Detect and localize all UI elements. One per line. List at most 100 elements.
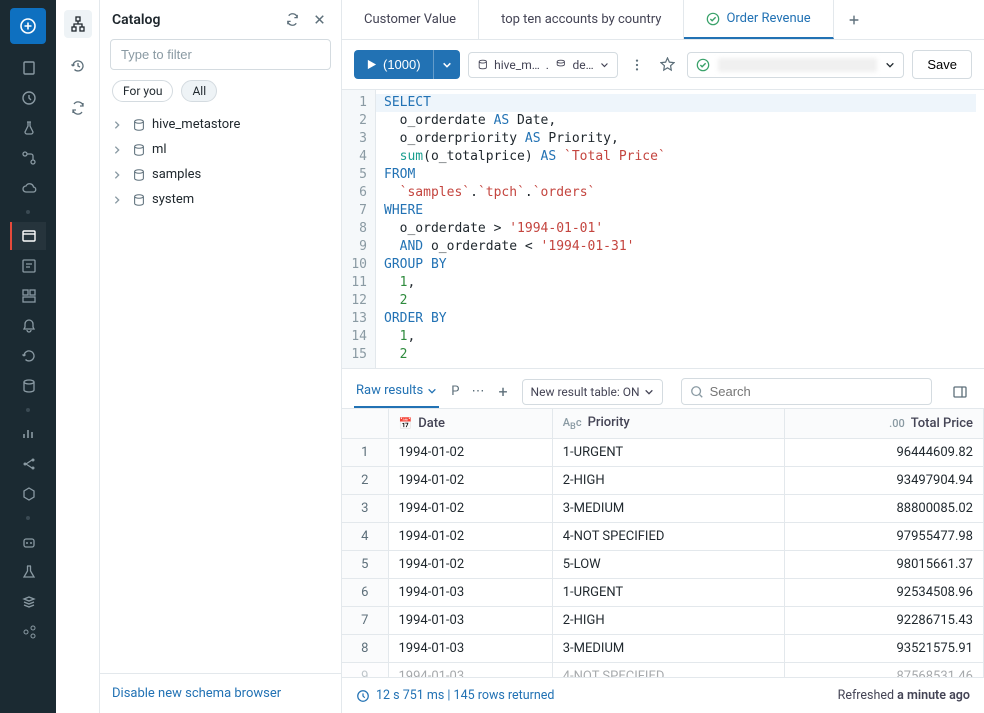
col-rownum[interactable] bbox=[342, 409, 388, 439]
status-bar: 12 s 751 ms | 145 rows returned Refreshe… bbox=[342, 677, 984, 713]
cell-priority: 4-NOT SPECIFIED bbox=[552, 523, 784, 551]
secondary-nav bbox=[56, 0, 100, 713]
chevron-down-icon bbox=[644, 387, 654, 397]
table-row[interactable]: 31994-01-023-MEDIUM88800085.02 bbox=[342, 495, 984, 523]
database-icon bbox=[132, 118, 146, 132]
cell-priority: 2-HIGH bbox=[552, 607, 784, 635]
catalog-filter-input[interactable] bbox=[110, 39, 331, 70]
cell-total: 98015661.37 bbox=[785, 551, 984, 579]
refresh-icon bbox=[285, 12, 300, 27]
results-more-button[interactable]: ⋯ bbox=[471, 384, 484, 399]
tree-item-label: samples bbox=[152, 167, 201, 182]
query-status: 12 s 751 ms | 145 rows returned bbox=[356, 688, 554, 703]
rail-item-warehouses[interactable] bbox=[10, 372, 46, 400]
tab-order-revenue[interactable]: Order Revenue bbox=[684, 0, 833, 39]
cell-date: 1994-01-03 bbox=[388, 607, 552, 635]
results-toolbar: Raw results P ⋯ + New result table: ON bbox=[342, 369, 984, 409]
nodes-icon bbox=[21, 456, 37, 472]
run-button[interactable]: (1000) bbox=[354, 50, 433, 79]
col-date[interactable]: 📅Date bbox=[388, 409, 552, 439]
rail-item-queries[interactable] bbox=[10, 252, 46, 280]
table-row[interactable]: 91994-01-034-NOT SPECIFIED87568531.46 bbox=[342, 663, 984, 677]
code-area[interactable]: SELECT o_orderdate AS Date, o_orderprior… bbox=[376, 90, 984, 368]
disable-schema-browser-link[interactable]: Disable new schema browser bbox=[112, 686, 281, 701]
cell-rownum: 8 bbox=[342, 635, 388, 663]
new-button[interactable] bbox=[10, 8, 46, 44]
table-header-row: 📅Date ABcPriority .00Total Price bbox=[342, 409, 984, 439]
flask-icon bbox=[21, 120, 37, 136]
compute-selector[interactable] bbox=[687, 52, 905, 78]
cell-total: 96444609.82 bbox=[785, 439, 984, 467]
rail-item-dashboards[interactable] bbox=[10, 282, 46, 310]
sql-editor[interactable]: 123456789101112131415 SELECT o_orderdate… bbox=[342, 89, 984, 369]
cell-rownum: 7 bbox=[342, 607, 388, 635]
panel-icon bbox=[952, 384, 968, 400]
rail-item-workflows[interactable] bbox=[10, 144, 46, 172]
results-tab-raw[interactable]: Raw results bbox=[354, 375, 439, 408]
rail-item-serving[interactable] bbox=[10, 528, 46, 556]
save-button[interactable]: Save bbox=[912, 50, 972, 79]
nav2-catalog[interactable] bbox=[64, 10, 92, 38]
rail-item-models[interactable] bbox=[10, 588, 46, 616]
history-icon bbox=[70, 58, 86, 74]
rail-item-recents[interactable] bbox=[10, 84, 46, 112]
cell-date: 1994-01-02 bbox=[388, 551, 552, 579]
add-tab-button[interactable] bbox=[834, 0, 874, 39]
table-row[interactable]: 61994-01-031-URGENT92534508.96 bbox=[342, 579, 984, 607]
nav2-history[interactable] bbox=[64, 52, 92, 80]
cell-total: 97955477.98 bbox=[785, 523, 984, 551]
cell-priority: 1-URGENT bbox=[552, 439, 784, 467]
table-row[interactable]: 51994-01-025-LOW98015661.37 bbox=[342, 551, 984, 579]
cell-priority: 3-MEDIUM bbox=[552, 495, 784, 523]
cell-date: 1994-01-02 bbox=[388, 439, 552, 467]
tag-for-you[interactable]: For you bbox=[112, 80, 173, 102]
tree-item-label: ml bbox=[152, 142, 167, 157]
line-gutter: 123456789101112131415 bbox=[342, 90, 376, 368]
add-result-tab-button[interactable]: + bbox=[494, 382, 511, 401]
rail-item-ingest[interactable] bbox=[10, 420, 46, 448]
rail-item-experiments[interactable] bbox=[10, 558, 46, 586]
table-row[interactable]: 21994-01-022-HIGH93497904.94 bbox=[342, 467, 984, 495]
catalog-selector[interactable]: hive_m… . de… bbox=[468, 52, 618, 78]
rail-item-data[interactable] bbox=[10, 114, 46, 142]
bell-icon bbox=[21, 318, 37, 334]
cell-date: 1994-01-02 bbox=[388, 495, 552, 523]
col-priority[interactable]: ABcPriority bbox=[552, 409, 784, 439]
results-search-input[interactable] bbox=[710, 384, 923, 399]
tree-item-system[interactable]: system bbox=[104, 187, 337, 212]
rail-item-sql-editor[interactable] bbox=[10, 222, 46, 250]
toggle-side-panel-button[interactable] bbox=[948, 380, 972, 404]
tree-item-label: system bbox=[152, 192, 194, 207]
table-row[interactable]: 71994-01-032-HIGH92286715.43 bbox=[342, 607, 984, 635]
rail-item-history[interactable] bbox=[10, 342, 46, 370]
close-catalog-button[interactable] bbox=[310, 10, 329, 29]
tree-item-ml[interactable]: ml bbox=[104, 137, 337, 162]
table-row[interactable]: 81994-01-033-MEDIUM93521575.91 bbox=[342, 635, 984, 663]
table-row[interactable]: 11994-01-021-URGENT96444609.82 bbox=[342, 439, 984, 467]
results-tab-p[interactable]: P bbox=[449, 376, 461, 407]
rail-item-features[interactable] bbox=[10, 480, 46, 508]
cell-date: 1994-01-03 bbox=[388, 663, 552, 677]
more-options-button[interactable] bbox=[626, 54, 648, 76]
table-row[interactable]: 41994-01-024-NOT SPECIFIED97955477.98 bbox=[342, 523, 984, 551]
cell-rownum: 6 bbox=[342, 579, 388, 607]
tab-customer-value[interactable]: Customer Value bbox=[342, 0, 479, 39]
tree-item-label: hive_metastore bbox=[152, 117, 240, 132]
rail-item-cloud[interactable] bbox=[10, 174, 46, 202]
tree-item-hive_metastore[interactable]: hive_metastore bbox=[104, 112, 337, 137]
catalog-filter bbox=[110, 39, 331, 70]
results-table-wrap[interactable]: 📅Date ABcPriority .00Total Price 11994-0… bbox=[342, 409, 984, 677]
run-dropdown[interactable] bbox=[433, 50, 460, 79]
rail-item-workspace[interactable] bbox=[10, 54, 46, 82]
rail-item-marketplace[interactable] bbox=[10, 618, 46, 646]
new-result-table-toggle[interactable]: New result table: ON bbox=[522, 379, 663, 405]
rail-item-ml[interactable] bbox=[10, 450, 46, 478]
tag-all[interactable]: All bbox=[181, 80, 217, 102]
col-total[interactable]: .00Total Price bbox=[785, 409, 984, 439]
tab-top-ten-accounts[interactable]: top ten accounts by country bbox=[479, 0, 684, 39]
nav2-refresh[interactable] bbox=[64, 94, 92, 122]
rail-item-alerts[interactable] bbox=[10, 312, 46, 340]
refresh-catalog-button[interactable] bbox=[283, 10, 302, 29]
favorite самостоятельно-button[interactable] bbox=[656, 53, 679, 76]
tree-item-samples[interactable]: samples bbox=[104, 162, 337, 187]
